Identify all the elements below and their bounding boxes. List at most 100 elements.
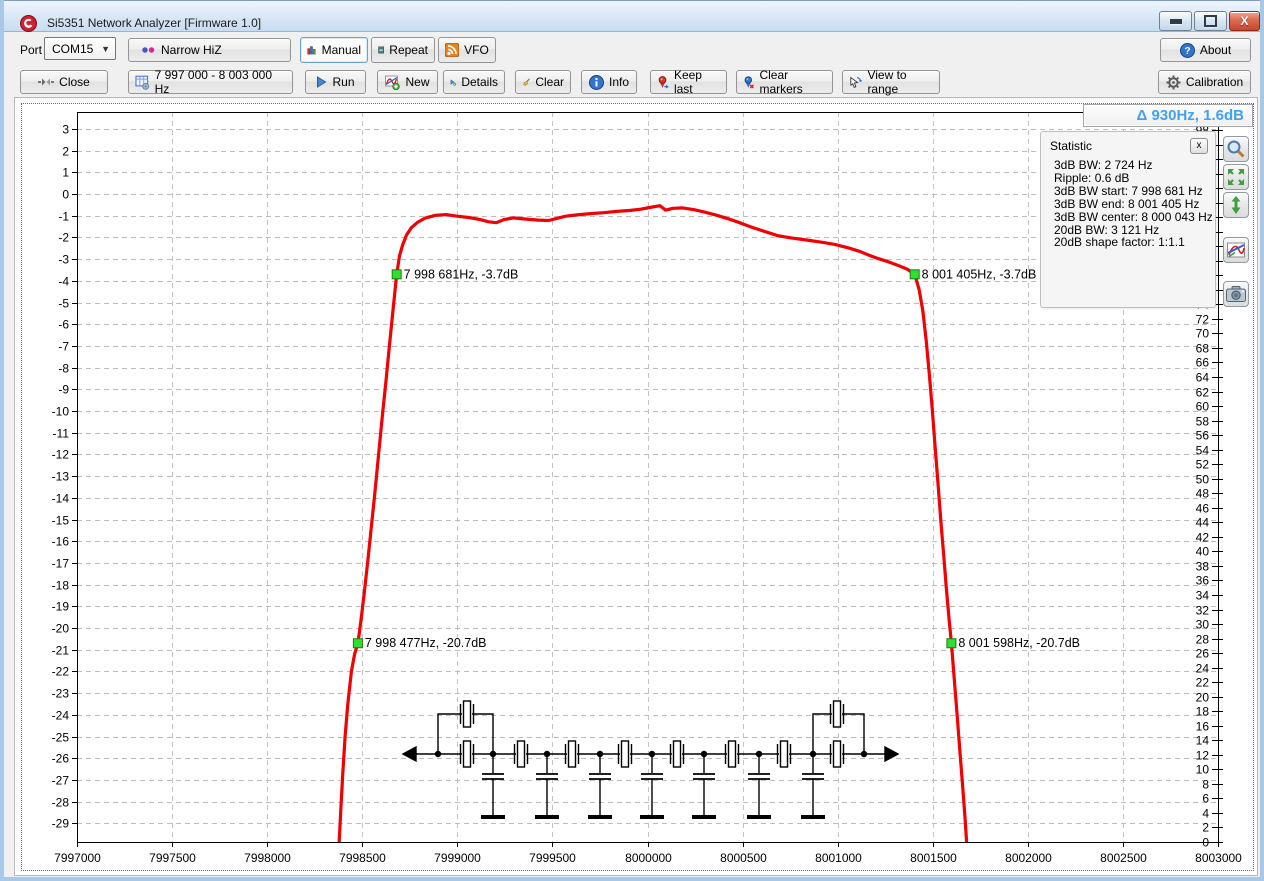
y-right-axis-label: 4 xyxy=(1202,807,1209,821)
fit-vertical-button[interactable] xyxy=(1223,192,1249,218)
cursor-range-icon xyxy=(849,75,862,90)
close-sweep-button[interactable]: Close xyxy=(20,70,108,94)
x-axis-label: 8001000 xyxy=(815,851,862,865)
probe-dots-icon xyxy=(141,46,156,54)
broom-icon xyxy=(522,75,530,90)
expand-arrows-icon xyxy=(1226,167,1246,187)
y-left-axis-label: 0 xyxy=(62,188,69,202)
y-right-axis-label: 44 xyxy=(1196,516,1210,530)
y-right-axis-label: 30 xyxy=(1196,618,1210,632)
y-left-axis-label: -2 xyxy=(58,231,69,245)
clear-markers-button[interactable]: Clear markers xyxy=(736,70,833,94)
marker-point[interactable] xyxy=(947,639,956,648)
film-strip-icon xyxy=(378,43,384,57)
y-left-axis-label: -3 xyxy=(58,253,69,267)
y-right-axis-label: 58 xyxy=(1196,415,1210,429)
y-right-axis-label: 26 xyxy=(1196,647,1210,661)
keep-last-button[interactable]: Keep last xyxy=(650,70,727,94)
y-left-axis-label: -10 xyxy=(52,405,70,419)
bar-chart-icon xyxy=(307,43,317,57)
view-to-range-button[interactable]: View to range xyxy=(842,70,940,94)
clear-plot-button[interactable]: Clear xyxy=(515,70,571,94)
pin-keep-icon xyxy=(657,75,669,90)
marker-label: 8 001 598Hz, -20.7dB xyxy=(958,636,1080,650)
about-button[interactable]: ? About xyxy=(1160,38,1251,62)
y-left-axis-label: -22 xyxy=(52,665,70,679)
app-icon xyxy=(20,15,37,32)
maximize-icon xyxy=(1204,15,1217,27)
magnifier-icon xyxy=(1226,139,1246,159)
graph-icon xyxy=(1226,240,1246,260)
y-left-axis-label: 1 xyxy=(62,166,69,180)
x-axis-label: 7999000 xyxy=(434,851,481,865)
fit-to-window-button[interactable] xyxy=(1223,164,1249,190)
x-axis-label: 8001500 xyxy=(910,851,957,865)
x-axis-label: 8000500 xyxy=(720,851,767,865)
pin-remove-icon xyxy=(743,75,754,90)
y-right-axis-label: 12 xyxy=(1196,749,1210,763)
y-right-axis-label: 48 xyxy=(1196,487,1210,501)
y-right-axis-label: 70 xyxy=(1196,327,1210,341)
y-left-axis-label: -29 xyxy=(52,817,70,831)
y-left-axis-label: -26 xyxy=(52,752,70,766)
plug-icon xyxy=(38,77,54,87)
screenshot-button[interactable] xyxy=(1223,281,1249,307)
manual-toggle[interactable]: Manual xyxy=(300,37,368,63)
details-button[interactable]: Details xyxy=(443,70,505,94)
y-left-axis-label: -14 xyxy=(52,492,70,506)
port-label: Port xyxy=(20,43,42,57)
response-curve xyxy=(339,206,967,845)
statistic-close-button[interactable]: x xyxy=(1190,138,1208,154)
marker-point[interactable] xyxy=(392,270,401,279)
minimize-button[interactable] xyxy=(1159,11,1192,31)
x-axis-label: 8000000 xyxy=(625,851,672,865)
camera-icon xyxy=(1225,284,1247,304)
x-axis-label: 7998000 xyxy=(244,851,291,865)
info-icon xyxy=(589,75,604,90)
zoom-tool-button[interactable] xyxy=(1223,136,1249,162)
y-right-axis-label: 42 xyxy=(1196,531,1210,545)
y-left-axis-label: -15 xyxy=(52,514,70,528)
close-window-button[interactable]: X xyxy=(1229,11,1260,31)
statistic-line: Ripple: 0.6 dB xyxy=(1054,172,1209,185)
port-select[interactable]: COM15 ▼ xyxy=(44,37,116,60)
y-right-axis-label: 64 xyxy=(1196,371,1210,385)
statistic-line: 3dB BW: 2 724 Hz xyxy=(1054,159,1209,172)
y-left-axis-label: -18 xyxy=(52,579,70,593)
new-sweep-icon xyxy=(385,75,400,90)
y-left-axis-label: -24 xyxy=(52,709,70,723)
marker-label: 8 001 405Hz, -3.7dB xyxy=(922,267,1037,281)
window-frame: Si5351 Network Analyzer [Firmware 1.0] X… xyxy=(0,0,1264,881)
y-right-axis-label: 38 xyxy=(1196,560,1210,574)
run-button[interactable]: Run xyxy=(305,70,366,94)
y-right-axis-label: 24 xyxy=(1196,662,1210,676)
graph-options-button[interactable] xyxy=(1223,237,1249,263)
y-right-axis-label: 36 xyxy=(1196,574,1210,588)
y-right-axis-label: 2 xyxy=(1202,821,1209,835)
y-left-axis-label: -5 xyxy=(58,297,69,311)
y-left-axis-label: -25 xyxy=(52,731,70,745)
y-right-axis-label: 14 xyxy=(1196,734,1210,748)
chart-panel: 7997000799750079980007998500799900079995… xyxy=(14,97,1258,876)
marker-point[interactable] xyxy=(353,639,362,648)
repeat-toggle[interactable]: Repeat xyxy=(371,37,435,63)
maximize-button[interactable] xyxy=(1194,11,1227,31)
rss-icon xyxy=(445,43,459,57)
marker-point[interactable] xyxy=(910,270,919,279)
y-right-axis-label: 32 xyxy=(1196,604,1210,618)
svg-text:?: ? xyxy=(1184,46,1190,57)
port-value: COM15 xyxy=(52,42,93,56)
info-button[interactable]: Info xyxy=(581,70,637,94)
y-left-axis-label: -9 xyxy=(58,383,69,397)
statistic-title: Statistic xyxy=(1050,139,1092,153)
table-gear-icon xyxy=(135,75,150,90)
new-button[interactable]: New xyxy=(377,70,438,94)
gear-icon xyxy=(1166,75,1181,90)
frequency-range-button[interactable]: 7 997 000 - 8 003 000 Hz xyxy=(128,70,293,94)
y-left-axis-label: -27 xyxy=(52,774,70,788)
y-left-axis-label: -19 xyxy=(52,600,70,614)
calibration-button[interactable]: Calibration xyxy=(1158,70,1251,94)
narrow-hiz-button[interactable]: Narrow HiZ xyxy=(128,38,291,62)
y-right-axis-label: 50 xyxy=(1196,473,1210,487)
vfo-toggle[interactable]: VFO xyxy=(438,37,496,63)
